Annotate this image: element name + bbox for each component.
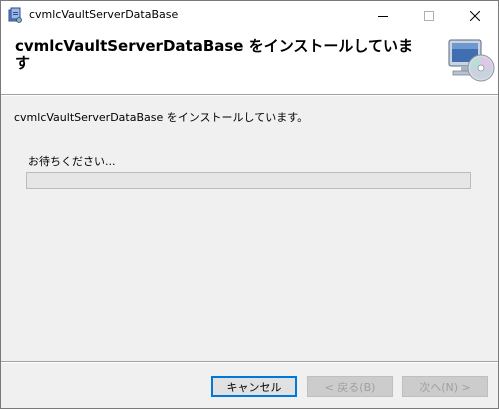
- window-title: cvmlcVaultServerDataBase: [29, 8, 179, 21]
- maximize-icon: [424, 6, 434, 25]
- status-text: cvmlcVaultServerDataBase をインストールしています。: [14, 111, 309, 124]
- banner-divider-highlight: [1, 95, 498, 96]
- maximize-button[interactable]: [406, 1, 452, 30]
- banner-title: cvmlcVaultServerDataBase をインストールしています: [15, 37, 413, 72]
- progress-bar: [26, 172, 471, 189]
- minimize-icon: [378, 6, 388, 25]
- close-button[interactable]: [452, 1, 498, 30]
- installer-package-icon: [7, 7, 23, 23]
- header-banner: cvmlcVaultServerDataBase をインストールしています: [1, 30, 498, 94]
- close-icon: [469, 6, 481, 25]
- next-button[interactable]: 次へ(N) >: [402, 376, 488, 397]
- title-bar[interactable]: cvmlcVaultServerDataBase: [1, 1, 498, 30]
- wait-label: お待ちください...: [28, 155, 116, 168]
- cancel-button[interactable]: キャンセル: [211, 376, 297, 397]
- installer-window: cvmlcVaultServerDataBase cvmlcVaultServe…: [0, 0, 499, 409]
- back-button[interactable]: < 戻る(B): [307, 376, 393, 397]
- footer-divider-highlight: [1, 362, 498, 363]
- computer-cd-icon: [443, 38, 495, 84]
- minimize-button[interactable]: [360, 1, 406, 30]
